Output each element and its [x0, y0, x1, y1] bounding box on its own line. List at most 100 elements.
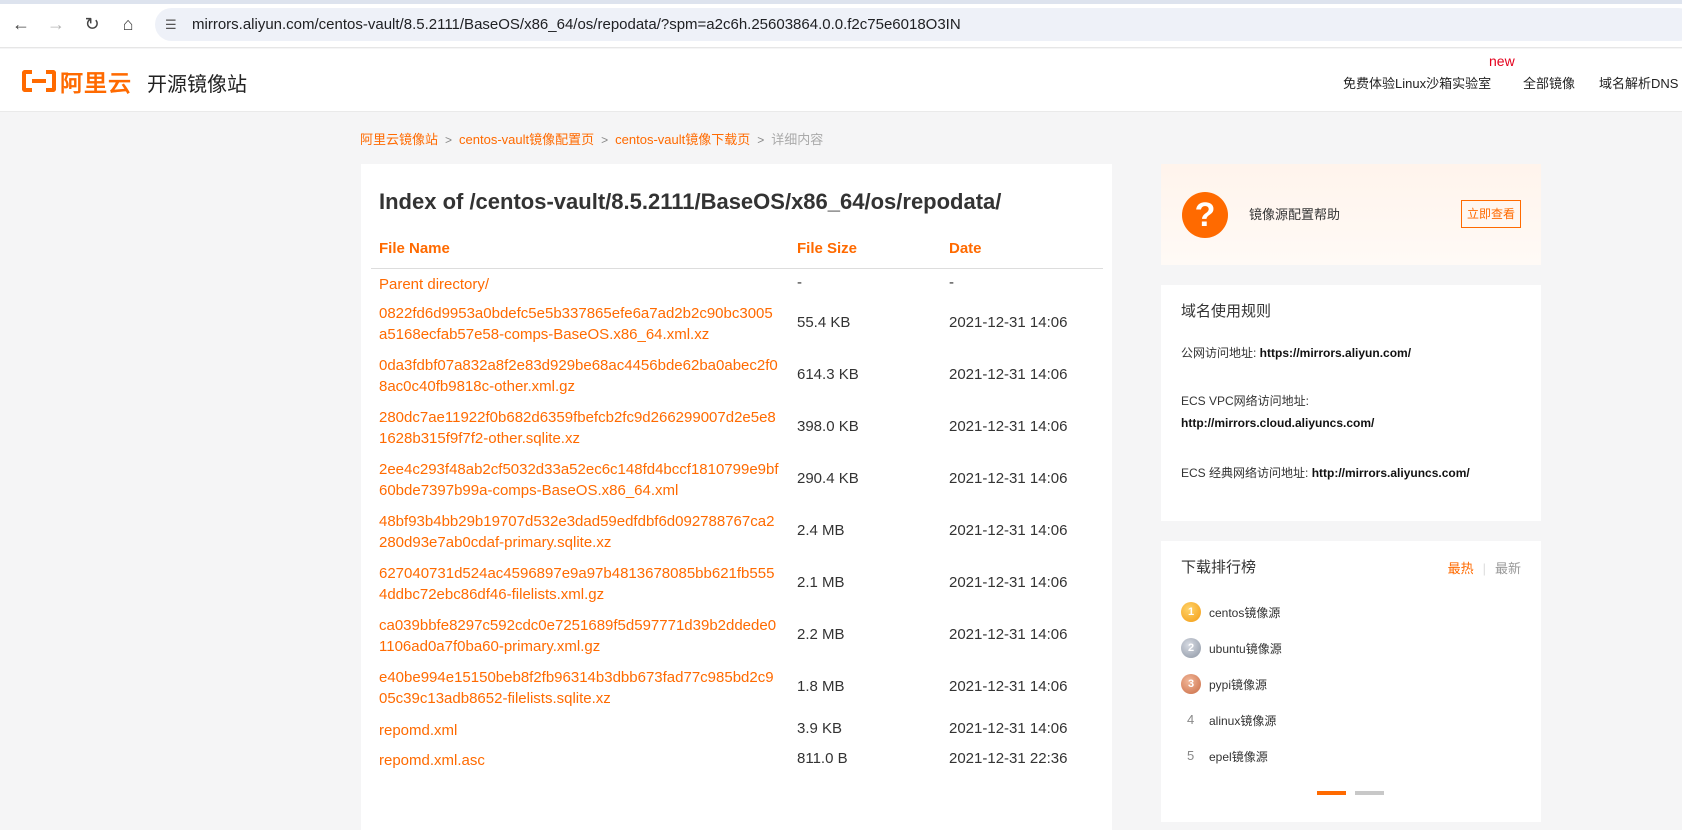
parent-directory-link[interactable]: Parent directory/ [379, 274, 779, 295]
file-size: - [797, 274, 802, 291]
file-size: 290.4 KB [797, 470, 859, 487]
file-size: 614.3 KB [797, 366, 859, 383]
file-size: 55.4 KB [797, 314, 851, 331]
bronze-medal-icon: 3 [1181, 674, 1201, 694]
url-text[interactable]: mirrors.aliyun.com/centos-vault/8.5.2111… [192, 16, 961, 33]
file-link[interactable]: 280dc7ae11922f0b682d6359fbefcb2fc9d26629… [379, 407, 779, 449]
rank-item-epel[interactable]: 5 epel镜像源 [1181, 744, 1481, 768]
nav-link-sandbox-lab[interactable]: 免费体验Linux沙箱实验室 [1343, 73, 1491, 92]
column-header-file-size: File Size [797, 240, 858, 257]
file-date: 2021-12-31 14:06 [949, 366, 1068, 383]
file-link[interactable]: 0da3fdbf07a832a8f2e83d929be68ac4456bde62… [379, 355, 779, 397]
question-icon: ? [1182, 192, 1228, 238]
file-size: 3.9 KB [797, 720, 843, 737]
rank-item-label: epel镜像源 [1209, 750, 1268, 764]
mirror-help-card: ? 镜像源配置帮助 立即查看 [1161, 164, 1541, 265]
file-size: 811.0 B [797, 750, 848, 767]
gold-medal-icon: 1 [1181, 602, 1201, 622]
breadcrumb: 阿里云镜像站 > centos-vault镜像配置页 > centos-vault镜像下… [360, 129, 823, 148]
download-rank-card: 下载排行榜 最热 | 最新 1 centos镜像源 2 ubuntu镜像源 3 py… [1161, 541, 1541, 822]
classic-address-line: ECS 经典网络访问地址: http://mirrors.aliyuncs.co… [1181, 464, 1470, 481]
pager-dot-2[interactable] [1355, 791, 1384, 795]
directory-listing-panel: Index of /centos-vault/8.5.2111/BaseOS/x… [361, 164, 1112, 830]
aliyun-logo-icon [22, 70, 56, 92]
file-link[interactable]: ca039bbfe8297c592cdc0e7251689f5d597771d3… [379, 615, 779, 657]
file-link[interactable]: e40be994e15150beb8f2fb96314b3dbb673fad77… [379, 667, 779, 709]
rank-title: 下载排行榜 [1181, 559, 1257, 576]
pager-dot-1[interactable] [1317, 791, 1346, 795]
breadcrumb-home[interactable]: 阿里云镜像站 [360, 132, 438, 147]
public-address-label: 公网访问地址: [1181, 346, 1260, 360]
site-settings-icon[interactable]: ☰ [165, 16, 183, 34]
rank-item-ubuntu[interactable]: 2 ubuntu镜像源 [1181, 636, 1481, 660]
file-date: 2021-12-31 14:06 [949, 314, 1068, 331]
vpc-address-label: ECS VPC网络访问地址: [1181, 394, 1310, 408]
file-link[interactable]: 2ee4c293f48ab2cf5032d33a52ec6c148fd4bccf… [379, 459, 779, 501]
silver-medal-icon: 2 [1181, 638, 1201, 658]
file-date: - [949, 274, 954, 291]
view-now-button[interactable]: 立即查看 [1461, 200, 1521, 228]
file-size: 398.0 KB [797, 418, 859, 435]
tab-strip [0, 0, 1682, 4]
tab-divider: | [1482, 561, 1486, 576]
file-date: 2021-12-31 14:06 [949, 418, 1068, 435]
file-size: 2.4 MB [797, 522, 845, 539]
home-icon[interactable]: ⌂ [118, 14, 138, 34]
file-link[interactable]: 627040731d524ac4596897e9a97b4813678085bb… [379, 563, 779, 605]
tab-newest[interactable]: 最新 [1495, 561, 1521, 576]
vpc-address-line: http://mirrors.cloud.aliyuncs.com/ [1181, 416, 1374, 430]
file-link[interactable]: 0822fd6d9953a0bdefc5e5b337865efe6a7ad2b2… [379, 303, 779, 345]
breadcrumb-current: 详细内容 [771, 132, 824, 147]
nav-link-dns[interactable]: 域名解析DNS [1599, 73, 1678, 92]
tab-hottest[interactable]: 最热 [1448, 561, 1474, 576]
domain-rules-card: 域名使用规则 公网访问地址: https://mirrors.aliyun.co… [1161, 285, 1541, 521]
breadcrumb-separator: > [601, 133, 609, 147]
rank-item-centos[interactable]: 1 centos镜像源 [1181, 600, 1481, 624]
column-header-file-name: File Name [379, 240, 450, 257]
column-header-date: Date [949, 240, 982, 257]
file-date: 2021-12-31 14:06 [949, 678, 1068, 695]
classic-address-label: ECS 经典网络访问地址: [1181, 466, 1312, 480]
browser-toolbar: ← → ↻ ⌂ ☰ mirrors.aliyun.com/centos-vaul… [0, 0, 1682, 48]
file-link[interactable]: 48bf93b4bb29b19707d532e3dad59edfdbf6d092… [379, 511, 779, 553]
rank-number: 5 [1187, 748, 1195, 763]
forward-arrow-icon[interactable]: → [46, 14, 66, 34]
site-header: 阿里云 开源镜像站 new 免费体验Linux沙箱实验室 全部镜像 域名解析DN… [0, 49, 1682, 112]
nav-link-all-mirrors[interactable]: 全部镜像 [1523, 73, 1575, 92]
back-arrow-icon[interactable]: ← [11, 14, 31, 34]
vpc-address-url: http://mirrors.cloud.aliyuncs.com/ [1181, 416, 1375, 430]
rank-number: 4 [1187, 712, 1195, 727]
file-date: 2021-12-31 14:06 [949, 626, 1068, 643]
logo-text: 阿里云 [60, 70, 132, 96]
file-size: 1.8 MB [797, 678, 845, 695]
breadcrumb-download-page[interactable]: centos-vault镜像下载页 [615, 132, 750, 147]
file-size: 2.2 MB [797, 626, 845, 643]
rank-item-label: pypi镜像源 [1209, 678, 1268, 692]
file-date: 2021-12-31 14:06 [949, 522, 1068, 539]
rank-item-pypi[interactable]: 3 pypi镜像源 [1181, 672, 1481, 696]
breadcrumb-separator: > [445, 133, 453, 147]
rank-tabs: 最热 | 最新 [1448, 558, 1521, 577]
rank-item-label: centos镜像源 [1209, 606, 1281, 620]
file-link[interactable]: repomd.xml [379, 720, 779, 741]
file-link[interactable]: repomd.xml.asc [379, 750, 779, 771]
rules-title: 域名使用规则 [1181, 303, 1272, 320]
file-date: 2021-12-31 14:06 [949, 574, 1068, 591]
public-address-url: https://mirrors.aliyun.com/ [1259, 346, 1412, 360]
breadcrumb-config-page[interactable]: centos-vault镜像配置页 [459, 132, 594, 147]
aliyun-logo[interactable]: 阿里云 [22, 66, 132, 96]
page-title: Index of /centos-vault/8.5.2111/BaseOS/x… [379, 189, 1002, 214]
help-text: 镜像源配置帮助 [1249, 207, 1341, 222]
rank-item-alinux[interactable]: 4 alinux镜像源 [1181, 708, 1481, 732]
public-address-line: 公网访问地址: https://mirrors.aliyun.com/ [1181, 344, 1411, 361]
classic-address-url: http://mirrors.aliyuncs.com/ [1311, 466, 1470, 480]
reload-icon[interactable]: ↻ [82, 14, 102, 34]
address-bar[interactable]: ☰ mirrors.aliyun.com/centos-vault/8.5.21… [155, 8, 1682, 41]
breadcrumb-separator: > [757, 133, 765, 147]
rank-item-label: ubuntu镜像源 [1209, 642, 1282, 656]
rank-item-label: alinux镜像源 [1209, 714, 1277, 728]
file-date: 2021-12-31 22:36 [949, 750, 1068, 767]
file-date: 2021-12-31 14:06 [949, 470, 1068, 487]
site-name: 开源镜像站 [147, 74, 247, 96]
file-size: 2.1 MB [797, 574, 845, 591]
